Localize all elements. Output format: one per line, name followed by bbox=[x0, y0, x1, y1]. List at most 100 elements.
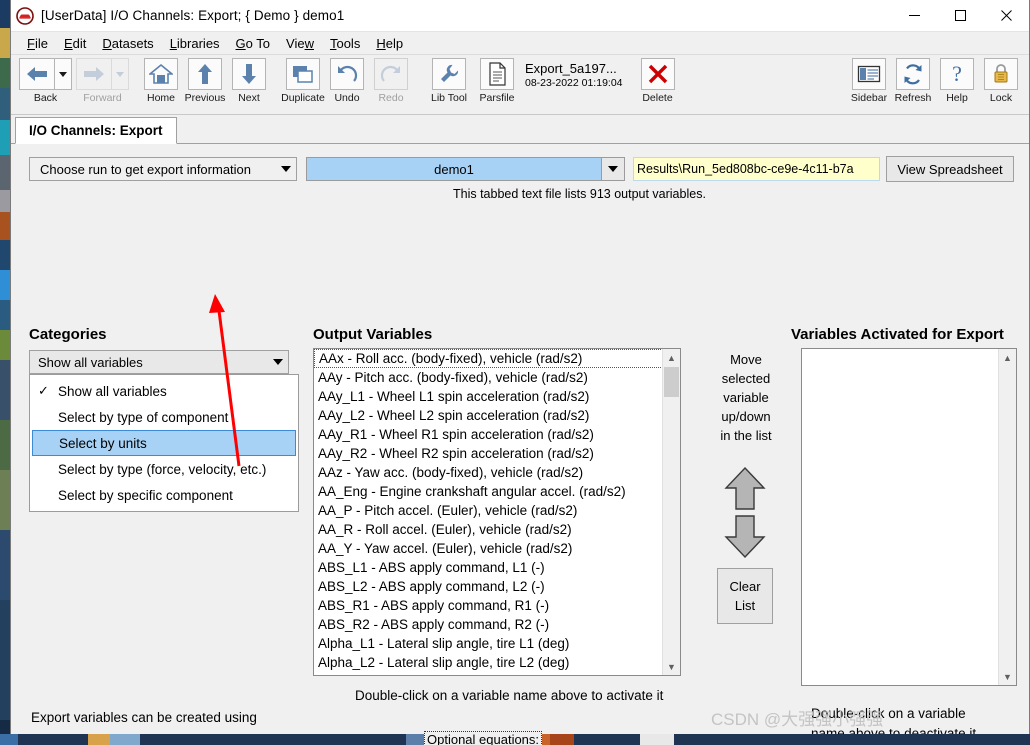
list-item[interactable]: AAz - Yaw acc. (body-fixed), vehicle (ra… bbox=[314, 463, 663, 482]
menu-datasets[interactable]: Datasets bbox=[94, 34, 161, 53]
close-button[interactable] bbox=[983, 0, 1029, 31]
taskbar-item[interactable] bbox=[640, 734, 674, 745]
toolbar-sidebar-button[interactable]: Sidebar bbox=[848, 58, 890, 104]
choose-run-dropdown[interactable]: Choose run to get export information bbox=[29, 157, 297, 181]
toolbar-refresh-label: Refresh bbox=[894, 92, 932, 104]
category-option-type-force-velocity[interactable]: Select by type (force, velocity, etc.) bbox=[30, 456, 298, 482]
maximize-button[interactable] bbox=[937, 0, 983, 31]
dataset-dropdown[interactable]: demo1 bbox=[306, 157, 625, 181]
activated-heading: Variables Activated for Export bbox=[791, 326, 1004, 343]
toolbar-home-button[interactable]: Home bbox=[140, 58, 182, 104]
scroll-up-arrow-icon[interactable]: ▲ bbox=[663, 349, 680, 366]
list-item[interactable]: AAy_R2 - Wheel R2 spin acceleration (rad… bbox=[314, 444, 663, 463]
menu-edit[interactable]: Edit bbox=[56, 34, 94, 53]
tab-strip: I/O Channels: Export bbox=[11, 115, 1029, 144]
scroll-down-arrow-icon[interactable]: ▼ bbox=[999, 668, 1016, 685]
tab-io-channels-export[interactable]: I/O Channels: Export bbox=[15, 117, 177, 144]
view-spreadsheet-label: View Spreadsheet bbox=[897, 161, 1003, 177]
toolbar-refresh-button[interactable]: Refresh bbox=[892, 58, 934, 104]
taskbar-item[interactable] bbox=[0, 734, 18, 745]
toolbar-sidebar-label: Sidebar bbox=[850, 92, 888, 104]
clear-list-button[interactable]: Clear List bbox=[717, 568, 773, 624]
category-option-specific-component[interactable]: Select by specific component bbox=[30, 482, 298, 508]
toolbar-help-label: Help bbox=[946, 92, 968, 104]
list-item[interactable]: Alpha_L1 - Lateral slip angle, tire L1 (… bbox=[314, 634, 663, 653]
chevron-down-icon bbox=[268, 359, 288, 365]
toolbar-delete-button[interactable]: Delete bbox=[637, 58, 679, 104]
toolbar-parsfile-label: Parsfile bbox=[479, 92, 515, 104]
list-item[interactable]: AAx - Roll acc. (body-fixed), vehicle (r… bbox=[314, 349, 663, 368]
list-item[interactable]: AA_P - Pitch accel. (Euler), vehicle (ra… bbox=[314, 501, 663, 520]
menu-file[interactable]: File bbox=[19, 34, 56, 53]
scroll-down-arrow-icon[interactable]: ▼ bbox=[663, 658, 680, 675]
activated-variables-list bbox=[802, 349, 999, 685]
toolbar-undo-button[interactable]: Undo bbox=[326, 58, 368, 104]
activated-variables-scrollbar[interactable]: ▲ ▼ bbox=[998, 349, 1016, 685]
activated-variables-listbox[interactable]: ▲ ▼ bbox=[801, 348, 1017, 686]
arrow-down-icon bbox=[232, 58, 266, 90]
taskbar-item[interactable] bbox=[88, 734, 110, 745]
back-dropdown-arrow-icon[interactable] bbox=[55, 58, 72, 90]
sidebar-icon bbox=[852, 58, 886, 90]
results-path-field[interactable]: Results\Run_5ed808bc-ce9e-4c11-b7a bbox=[633, 157, 880, 181]
move-up-arrow-icon[interactable] bbox=[723, 466, 767, 517]
view-spreadsheet-button[interactable]: View Spreadsheet bbox=[886, 156, 1014, 182]
toolbar-parsfile-button[interactable]: Parsfile bbox=[476, 58, 518, 104]
list-item[interactable]: AA_Eng - Engine crankshaft angular accel… bbox=[314, 482, 663, 501]
svg-text:?: ? bbox=[952, 62, 962, 86]
toolbar-help-button[interactable]: ? Help bbox=[936, 58, 978, 104]
move-caption-line: in the list bbox=[720, 428, 772, 443]
list-item[interactable]: Alpha_L2 - Lateral slip angle, tire L2 (… bbox=[314, 653, 663, 672]
csdn-watermark: CSDN @大强强小强强 bbox=[711, 710, 884, 729]
toolbar-lock-button[interactable]: Lock bbox=[980, 58, 1022, 104]
toolbar-libtool-button[interactable]: Lib Tool bbox=[424, 58, 474, 104]
parsfile-name: Export_5a197... bbox=[525, 61, 617, 76]
category-option-show-all[interactable]: ✓ Show all variables bbox=[30, 378, 298, 404]
menu-tools[interactable]: Tools bbox=[322, 34, 368, 53]
list-item[interactable]: AA_R - Roll accel. (Euler), vehicle (rad… bbox=[314, 520, 663, 539]
toolbar-lock-label: Lock bbox=[989, 92, 1013, 104]
minimize-button[interactable] bbox=[891, 0, 937, 31]
list-item[interactable]: AAy_L2 - Wheel L2 spin acceleration (rad… bbox=[314, 406, 663, 425]
toolbar-next-button[interactable]: Next bbox=[228, 58, 270, 104]
move-caption: Move selected variable up/down in the li… bbox=[703, 350, 789, 445]
list-item[interactable]: ABS_L2 - ABS apply command, L2 (-) bbox=[314, 577, 663, 596]
taskbar-item[interactable] bbox=[550, 734, 574, 745]
list-item[interactable]: ABS_R1 - ABS apply command, R1 (-) bbox=[314, 596, 663, 615]
taskbar-item[interactable] bbox=[110, 734, 140, 745]
menu-view[interactable]: View bbox=[278, 34, 322, 53]
content-area: Choose run to get export information dem… bbox=[11, 144, 1029, 745]
menu-libraries[interactable]: Libraries bbox=[162, 34, 228, 53]
move-caption-line: selected bbox=[721, 371, 771, 386]
parsfile-date: 08-23-2022 01:19:04 bbox=[525, 77, 623, 89]
scrollbar-thumb[interactable] bbox=[664, 367, 679, 397]
red-x-icon bbox=[640, 58, 675, 90]
list-item[interactable]: ABS_R2 - ABS apply command, R2 (-) bbox=[314, 615, 663, 634]
menu-help[interactable]: Help bbox=[368, 34, 411, 53]
list-item[interactable]: AAy_L1 - Wheel L1 spin acceleration (rad… bbox=[314, 387, 663, 406]
results-path-value: Results\Run_5ed808bc-ce9e-4c11-b7a bbox=[637, 162, 854, 176]
list-item[interactable]: AA_Y - Yaw accel. (Euler), vehicle (rad/… bbox=[314, 539, 663, 558]
output-variables-listbox[interactable]: AAx - Roll acc. (body-fixed), vehicle (r… bbox=[313, 348, 681, 676]
categories-dropdown-list: ✓ Show all variables Select by type of c… bbox=[29, 374, 299, 512]
list-item[interactable]: AAy - Pitch acc. (body-fixed), vehicle (… bbox=[314, 368, 663, 387]
scroll-up-arrow-icon[interactable]: ▲ bbox=[999, 349, 1016, 366]
padlock-icon bbox=[984, 58, 1018, 90]
toolbar-duplicate-button[interactable]: Duplicate bbox=[281, 58, 325, 104]
toolbar-back-button[interactable]: Back bbox=[19, 58, 72, 104]
toolbar-forward-button: Forward bbox=[76, 58, 129, 104]
categories-dropdown[interactable]: Show all variables bbox=[29, 350, 289, 374]
output-variables-scrollbar[interactable]: ▲ ▼ bbox=[662, 349, 680, 675]
application-window: [UserData] I/O Channels: Export; { Demo … bbox=[10, 0, 1030, 745]
toolbar-previous-button[interactable]: Previous bbox=[184, 58, 226, 104]
list-item[interactable]: AAy_R1 - Wheel R1 spin acceleration (rad… bbox=[314, 425, 663, 444]
toolbar-undo-label: Undo bbox=[334, 92, 360, 104]
category-option-type-of-component[interactable]: Select by type of component bbox=[30, 404, 298, 430]
toolbar-home-label: Home bbox=[146, 92, 175, 104]
list-item[interactable]: ABS_L1 - ABS apply command, L1 (-) bbox=[314, 558, 663, 577]
move-down-arrow-icon[interactable] bbox=[723, 514, 767, 565]
arrow-left-icon[interactable] bbox=[19, 58, 55, 90]
category-option-select-by-units[interactable]: Select by units bbox=[32, 430, 296, 456]
category-option-label: Select by type (force, velocity, etc.) bbox=[58, 461, 267, 477]
menu-goto[interactable]: Go To bbox=[228, 34, 278, 53]
